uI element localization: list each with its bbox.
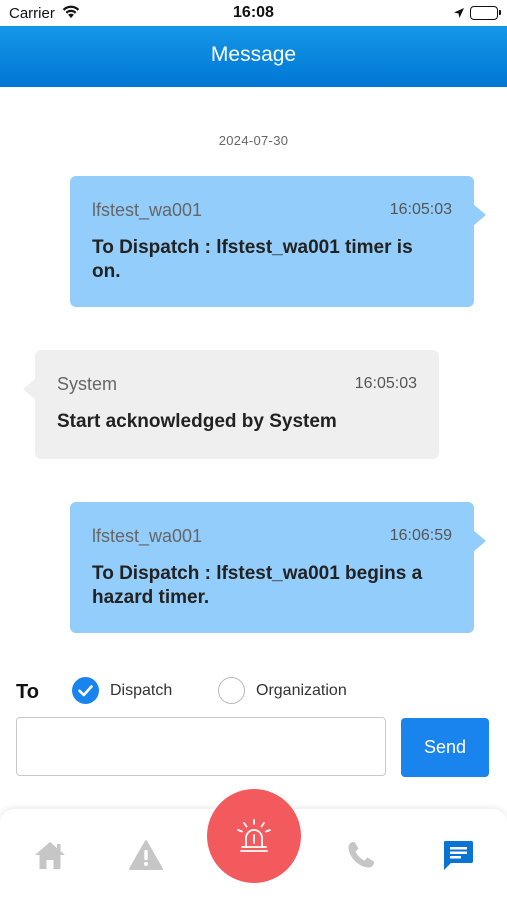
message-time: 16:06:59 (389, 527, 452, 544)
dispatch-radio[interactable] (72, 677, 99, 704)
message-bubble-outgoing: lfstest_wa001 16:05:03 To Dispatch : lfs… (70, 176, 486, 307)
organization-radio[interactable] (218, 677, 245, 704)
page-title: Message (210, 43, 297, 66)
tab-messages[interactable] (438, 835, 478, 875)
message-bubble-incoming: System 16:05:03 Start acknowledged by Sy… (23, 350, 439, 459)
message-time: 16:05:03 (354, 375, 417, 392)
recipient-row: To Dispatch Organization (0, 677, 507, 707)
battery-icon (470, 6, 501, 20)
message-sender: lfstest_wa001 (92, 526, 203, 546)
date-separator: 2024-07-30 (218, 133, 289, 148)
alarm-button[interactable] (207, 789, 301, 883)
home-icon (35, 842, 65, 869)
to-label: To (16, 681, 39, 703)
message-sender: lfstest_wa001 (92, 200, 203, 220)
message-icon (444, 841, 473, 870)
bubble-tail (473, 204, 486, 226)
bubble-tail (473, 530, 486, 552)
message-text: To Dispatch : lfstest_wa001 timer is on. (92, 237, 413, 282)
bubble-tail (23, 378, 36, 400)
phone-icon (348, 842, 374, 868)
tab-phone[interactable] (341, 835, 381, 875)
dispatch-label[interactable]: Dispatch (110, 682, 172, 700)
tab-home[interactable] (30, 835, 70, 875)
message-sender: System (57, 374, 118, 394)
clock: 16:08 (233, 4, 274, 21)
message-bubble-outgoing: lfstest_wa001 16:06:59 To Dispatch : lfs… (70, 502, 486, 633)
message-input[interactable] (16, 717, 386, 776)
message-text: Start acknowledged by System (57, 411, 337, 432)
message-text: To Dispatch : lfstest_wa001 begins a haz… (92, 563, 423, 608)
location-icon (453, 6, 465, 24)
message-time: 16:05:03 (389, 201, 452, 218)
organization-label[interactable]: Organization (256, 682, 347, 700)
check-icon (78, 685, 93, 697)
tab-warnings[interactable] (126, 835, 166, 875)
warning-icon (129, 840, 163, 870)
nav-header: Message (0, 26, 507, 87)
status-bar: Carrier 16:08 (0, 0, 507, 26)
send-button[interactable]: Send (401, 718, 489, 777)
alarm-icon (237, 819, 271, 852)
